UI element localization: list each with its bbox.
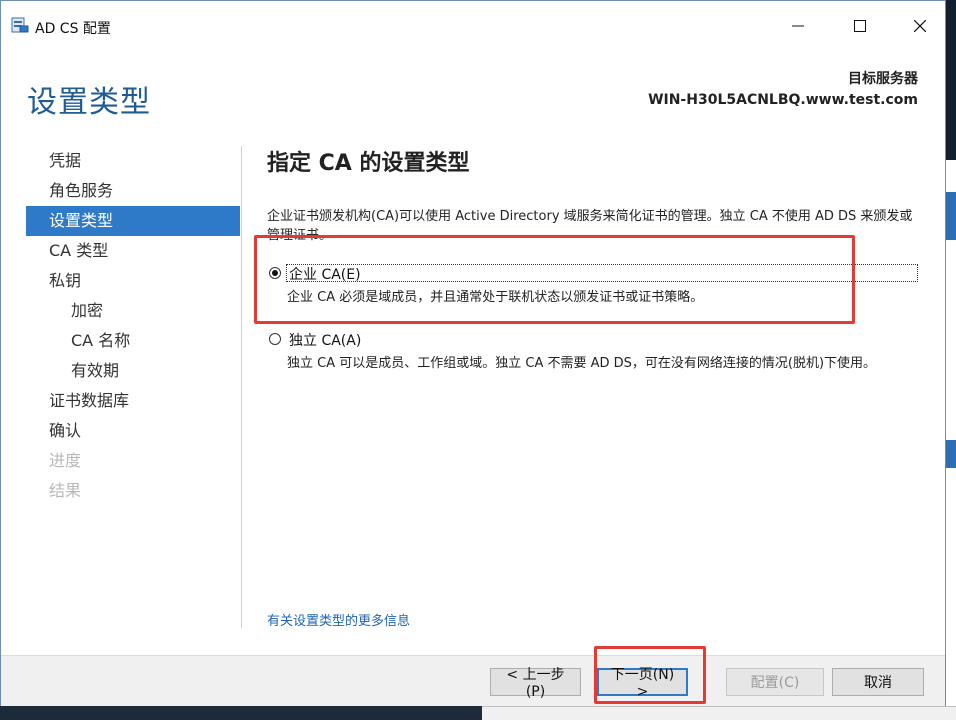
nav-item-role-services[interactable]: 角色服务 [26, 176, 240, 206]
minimize-button[interactable] [775, 9, 821, 43]
configure-button: 配置(C) [726, 668, 824, 696]
annotation-highlight-enterprise-option [254, 235, 855, 324]
page-title: 设置类型 [27, 85, 151, 120]
close-button[interactable] [897, 9, 943, 43]
nav-item-credentials[interactable]: 凭据 [26, 146, 240, 176]
window-title: AD CS 配置 [35, 21, 111, 37]
standalone-ca-radio-row[interactable]: 独立 CA(A) [267, 329, 922, 351]
maximize-button[interactable] [837, 9, 883, 43]
option-standalone-ca: 独立 CA(A) 独立 CA 可以是成员、工作组或域。独立 CA 不需要 AD … [267, 329, 922, 373]
desktop-background-right [945, 0, 956, 719]
button-bar: < 上一步(P) 下一页(N) > 配置(C) 取消 [1, 655, 945, 706]
server-manager-icon [11, 17, 29, 33]
main-content: 指定 CA 的设置类型 企业证书颁发机构(CA)可以使用 Active Dire… [267, 141, 927, 371]
nav-item-confirmation[interactable]: 确认 [26, 416, 240, 446]
standalone-ca-label[interactable]: 独立 CA(A) [287, 330, 363, 350]
section-title: 指定 CA 的设置类型 [267, 151, 470, 176]
more-info-link[interactable]: 有关设置类型的更多信息 [267, 610, 410, 629]
nav-item-ca-name[interactable]: CA 名称 [26, 326, 240, 356]
target-server-label: 目标服务器 [848, 71, 918, 87]
wizard-nav: 凭据 角色服务 设置类型 CA 类型 私钥 加密 CA 名称 有效期 证书数据库… [26, 146, 240, 506]
maximize-icon [854, 20, 866, 32]
nav-item-private-key[interactable]: 私钥 [26, 266, 240, 296]
annotation-highlight-next-button [594, 646, 706, 704]
nav-item-results: 结果 [49, 481, 82, 500]
ad-cs-config-window: AD CS 配置 设置类型 目标服务器 WIN-H30L5ACNLBQ.www.… [0, 0, 946, 706]
previous-button[interactable]: < 上一步(P) [490, 667, 581, 700]
nav-item-ca-type[interactable]: CA 类型 [26, 236, 240, 266]
cancel-button[interactable]: 取消 [832, 668, 924, 696]
desktop-background-bottom [0, 706, 956, 720]
target-server-name: WIN-H30L5ACNLBQ.www.test.com [648, 92, 918, 108]
nav-item-cryptography[interactable]: 加密 [26, 296, 240, 326]
minimize-icon [792, 25, 804, 27]
nav-divider [241, 146, 242, 628]
nav-item-validity-period[interactable]: 有效期 [26, 356, 240, 386]
standalone-ca-description: 独立 CA 可以是成员、工作组或域。独立 CA 不需要 AD DS，可在没有网络… [287, 356, 877, 371]
nav-item-progress: 进度 [49, 451, 82, 470]
standalone-ca-radio[interactable] [269, 333, 281, 345]
title-bar[interactable]: AD CS 配置 [1, 1, 945, 43]
nav-item-setup-type[interactable]: 设置类型 [26, 206, 240, 236]
nav-item-certificate-database[interactable]: 证书数据库 [26, 386, 240, 416]
close-icon [914, 20, 926, 32]
